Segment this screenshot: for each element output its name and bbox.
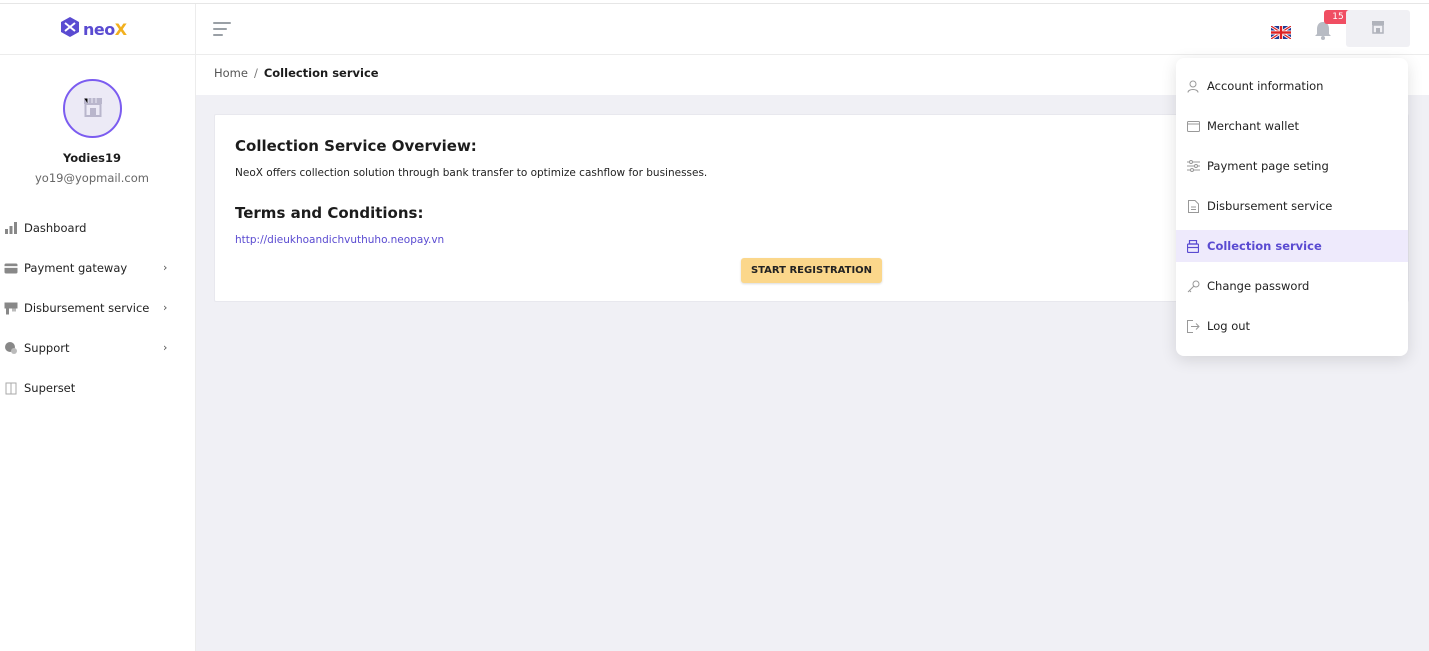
- menu-item-log-out[interactable]: Log out: [1176, 310, 1408, 342]
- book-icon: [3, 381, 19, 395]
- logo-icon: [59, 16, 81, 42]
- breadcrumb: Home / Collection service: [214, 66, 379, 80]
- menu-item-merchant-wallet[interactable]: Merchant wallet: [1176, 110, 1408, 142]
- sidebar-item-label: Support: [24, 341, 70, 355]
- menu-item-disbursement-service[interactable]: Disbursement service: [1176, 190, 1408, 222]
- menu-item-account-information[interactable]: Account information: [1176, 70, 1408, 102]
- store-icon: [81, 95, 105, 123]
- uk-flag-icon[interactable]: [1270, 24, 1292, 41]
- user-dropdown-menu: Account information Merchant wallet Paym…: [1176, 58, 1408, 356]
- support-icon: [3, 341, 19, 355]
- user-icon: [1186, 79, 1200, 93]
- sidebar-item-payment-gateway[interactable]: Payment gateway ›: [0, 256, 184, 280]
- sidebar-item-dashboard[interactable]: Dashboard: [0, 216, 184, 240]
- menu-item-label: Collection service: [1207, 239, 1322, 253]
- sidebar-item-label: Payment gateway: [24, 261, 128, 275]
- chevron-right-icon: ›: [163, 341, 168, 354]
- logo-text: neoX: [83, 19, 127, 39]
- sliders-icon: [1186, 159, 1200, 173]
- sidebar-item-support[interactable]: Support ›: [0, 336, 184, 360]
- breadcrumb-current: Collection service: [263, 66, 379, 80]
- sidebar-item-superset[interactable]: Superset: [0, 376, 184, 400]
- profile-name: Yodies19: [63, 151, 121, 165]
- menu-toggle-icon[interactable]: [213, 22, 233, 38]
- pos-terminal-icon: [3, 301, 19, 315]
- breadcrumb-separator: /: [253, 66, 258, 80]
- chevron-right-icon: ›: [163, 261, 168, 274]
- top-header: neoX 15: [0, 4, 1429, 55]
- menu-item-label: Merchant wallet: [1207, 119, 1300, 133]
- user-avatar-button[interactable]: [1346, 10, 1410, 47]
- logout-icon: [1186, 319, 1200, 333]
- overview-description: NeoX offers collection solution through …: [235, 167, 708, 179]
- sidebar-item-label: Disbursement service: [24, 301, 150, 315]
- menu-item-payment-page-setting[interactable]: Payment page seting: [1176, 150, 1408, 182]
- menu-item-label: Payment page seting: [1207, 159, 1329, 173]
- profile-avatar[interactable]: [63, 79, 122, 138]
- collection-icon: [1186, 239, 1200, 253]
- menu-item-label: Disbursement service: [1207, 199, 1333, 213]
- terms-title: Terms and Conditions:: [235, 204, 424, 222]
- profile-email: yo19@yopmail.com: [35, 171, 149, 185]
- overview-title: Collection Service Overview:: [235, 137, 477, 155]
- menu-item-label: Change password: [1207, 279, 1310, 293]
- bar-chart-icon: [3, 221, 19, 235]
- brand-logo[interactable]: neoX: [59, 16, 127, 42]
- document-icon: [1186, 199, 1200, 213]
- key-icon: [1186, 279, 1200, 293]
- sidebar: Yodies19 yo19@yopmail.com Dashboard Paym…: [0, 55, 196, 651]
- store-icon: [1371, 19, 1385, 38]
- sidebar-item-disbursement-service[interactable]: Disbursement service ›: [0, 296, 184, 320]
- header-divider: [195, 4, 196, 55]
- start-registration-button[interactable]: START REGISTRATION: [741, 258, 882, 283]
- menu-item-label: Log out: [1207, 319, 1251, 333]
- menu-item-label: Account information: [1207, 79, 1324, 93]
- menu-item-change-password[interactable]: Change password: [1176, 270, 1408, 302]
- terms-link[interactable]: http://dieukhoandichvuthuho.neopay.vn: [235, 234, 444, 246]
- breadcrumb-home-link[interactable]: Home: [214, 66, 248, 80]
- wallet-icon: [1186, 119, 1200, 133]
- sidebar-item-label: Superset: [24, 381, 76, 395]
- chevron-right-icon: ›: [163, 301, 168, 314]
- menu-item-collection-service[interactable]: Collection service: [1176, 230, 1408, 262]
- card-icon: [3, 261, 19, 275]
- sidebar-item-label: Dashboard: [24, 221, 87, 235]
